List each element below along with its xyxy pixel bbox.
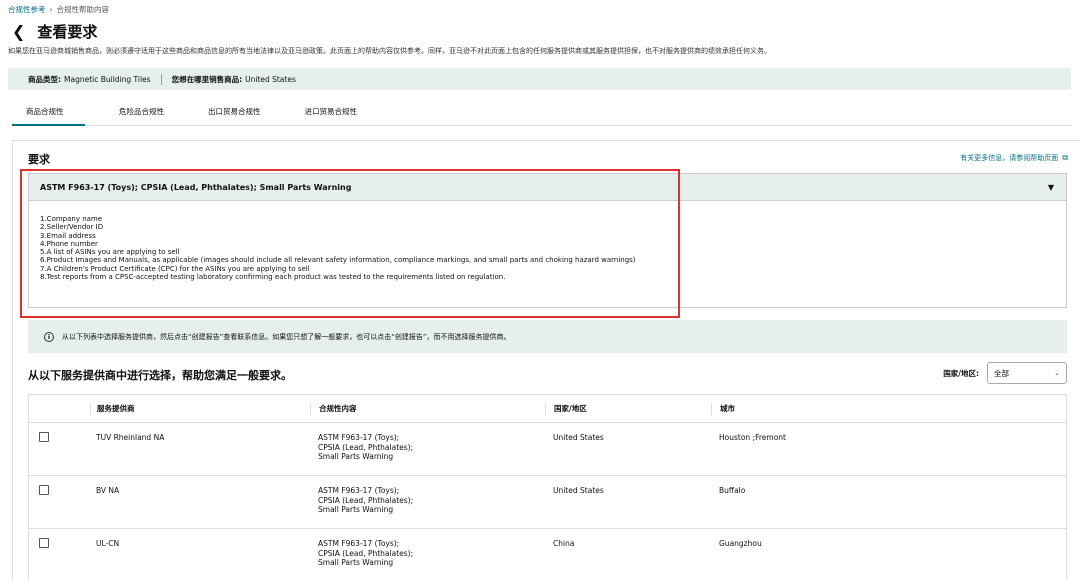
- compliance-content-line: Small Parts Warning: [318, 558, 394, 567]
- market-value: United States: [245, 74, 296, 84]
- requirement-item: 3.Email address: [40, 231, 96, 240]
- provider-city: Guangzhou: [719, 539, 762, 548]
- compliance-content-line: ASTM F963-17 (Toys);: [318, 539, 400, 548]
- row-check-cell: [29, 476, 90, 528]
- table-header: 服务提供商 合规性内容 国家/地区 城市: [29, 395, 1066, 423]
- breadcrumb-link-compliance-reference[interactable]: 合规性参考: [8, 4, 46, 15]
- title-row: ❮ 查看要求: [12, 21, 97, 42]
- compliance-content: ASTM F963-17 (Toys); CPSIA (Lead, Phthal…: [310, 476, 545, 528]
- compliance-content-line: Small Parts Warning: [318, 452, 394, 461]
- compliance-content-line: ASTM F963-17 (Toys);: [318, 433, 400, 442]
- caret-down-icon[interactable]: ▼: [1048, 183, 1054, 192]
- country-select[interactable]: 全部 ⌄: [987, 362, 1067, 384]
- column-header-country: 国家/地区: [545, 402, 711, 415]
- row-checkbox[interactable]: [39, 432, 49, 442]
- provider-name: BV NA: [96, 486, 120, 495]
- provider-name: UL-CN: [96, 539, 120, 548]
- breadcrumb: 合规性参考 › 合规性帮助内容: [8, 4, 109, 15]
- tab-product-compliance[interactable]: 商品合规性: [12, 100, 85, 126]
- providers-section-title: 从以下服务提供商中进行选择，帮助您满足一般要求。: [28, 369, 292, 382]
- compliance-content-line: Small Parts Warning: [318, 505, 394, 514]
- requirement-item: 1.Company name: [40, 215, 103, 223]
- column-header-city: 城市: [711, 402, 1066, 415]
- row-checkbox[interactable]: [39, 538, 49, 548]
- product-info-bar: 商品类型: Magnetic Building Tiles 您想在哪里销售商品:…: [8, 68, 1071, 90]
- external-link-icon[interactable]: ⧉: [1062, 153, 1068, 163]
- column-header-content: 合规性内容: [310, 402, 545, 415]
- tab-import-compliance[interactable]: 进口贸易合规性: [291, 100, 372, 125]
- requirement-item: 6.Product Images and Manuals, as applica…: [40, 256, 636, 265]
- provider-country: United States: [553, 486, 604, 495]
- chevron-down-icon[interactable]: ⌄: [1054, 369, 1060, 377]
- provider-city: Houston ;Fremont: [719, 433, 786, 442]
- compliance-content-line: CPSIA (Lead, Phthalates);: [318, 442, 414, 452]
- row-check-cell: [29, 423, 90, 475]
- tab-hazmat-compliance[interactable]: 危险品合规性: [105, 100, 178, 125]
- column-header-provider: 服务提供商: [90, 402, 310, 415]
- table-row: TUV Rheinland NA ASTM F963-17 (Toys); CP…: [29, 423, 1066, 476]
- accordion-header[interactable]: ASTM F963-17 (Toys); CPSIA (Lead, Phthal…: [29, 174, 1066, 201]
- compliance-content-line: CPSIA (Lead, Phthalates);: [318, 548, 414, 558]
- compliance-content: ASTM F963-17 (Toys); CPSIA (Lead, Phthal…: [310, 529, 545, 580]
- requirements-accordion: ASTM F963-17 (Toys); CPSIA (Lead, Phthal…: [28, 173, 1067, 308]
- info-icon: i: [44, 331, 54, 342]
- provider-country: United States: [553, 433, 604, 442]
- provider-table: 服务提供商 合规性内容 国家/地区 城市 TUV Rheinland NA AS…: [28, 394, 1067, 580]
- market-label: 您想在哪里销售商品:: [171, 74, 243, 84]
- row-checkbox[interactable]: [39, 485, 49, 495]
- compliance-content: ASTM F963-17 (Toys); CPSIA (Lead, Phthal…: [310, 423, 545, 475]
- breadcrumb-separator: ›: [49, 5, 53, 14]
- accordion-title[interactable]: ASTM F963-17 (Toys); CPSIA (Lead, Phthal…: [40, 183, 351, 192]
- requirement-item: 4.Phone number: [40, 239, 98, 248]
- provider-country: China: [553, 539, 575, 548]
- country-select-value[interactable]: 全部: [994, 368, 1009, 379]
- requirement-item: 8.Test reports from a CPSC-accepted test…: [40, 273, 506, 282]
- disclaimer-text: 如果您在亚马逊商城销售商品，则必须遵守适用于这些商品和商品信息的所有当地法律以及…: [8, 47, 771, 55]
- info-banner-text: 从以下列表中选择服务提供商，然后点击“创建报告”查看联系信息。如果您只想了解一般…: [62, 332, 511, 341]
- product-type-label: 商品类型:: [28, 74, 61, 84]
- breadcrumb-current: 合规性帮助内容: [56, 5, 110, 14]
- table-row: BV NA ASTM F963-17 (Toys); CPSIA (Lead, …: [29, 476, 1066, 529]
- table-row: UL-CN ASTM F963-17 (Toys); CPSIA (Lead, …: [29, 529, 1066, 580]
- country-filter: 国家/地区: 全部 ⌄: [943, 362, 1067, 384]
- requirement-item: 5.A list of ASINs you are applying to se…: [40, 248, 180, 257]
- accordion-body: 1.Company name 2.Seller/Vendor ID 3.Emai…: [29, 201, 1066, 281]
- requirement-item: 7.A Children's Product Certificate (CPC)…: [40, 264, 310, 273]
- provider-name: TUV Rheinland NA: [96, 433, 165, 442]
- help-page-link[interactable]: 有关更多信息，请参阅帮助页面 ⧉: [960, 153, 1068, 163]
- chevron-left-icon[interactable]: ❮: [12, 23, 25, 40]
- compliance-content-line: CPSIA (Lead, Phthalates);: [318, 495, 414, 505]
- compliance-tabs: 商品合规性 危险品合规性 出口贸易合规性 进口贸易合规性: [12, 100, 1072, 126]
- requirement-item: 2.Seller/Vendor ID: [40, 223, 104, 232]
- help-link-label[interactable]: 有关更多信息，请参阅帮助页面: [960, 153, 1058, 163]
- tab-export-compliance[interactable]: 出口贸易合规性: [194, 100, 275, 125]
- page-title: 查看要求: [37, 23, 98, 41]
- row-check-cell: [29, 529, 90, 580]
- divider: [160, 73, 162, 85]
- compliance-content-line: ASTM F963-17 (Toys);: [318, 486, 400, 495]
- product-type-value: Magnetic Building Tiles: [64, 74, 151, 84]
- info-banner: i 从以下列表中选择服务提供商，然后点击“创建报告”查看联系信息。如果您只想了解…: [28, 320, 1067, 353]
- provider-city: Buffalo: [719, 486, 746, 495]
- requirements-heading: 要求: [28, 153, 50, 166]
- country-filter-label: 国家/地区:: [943, 368, 979, 378]
